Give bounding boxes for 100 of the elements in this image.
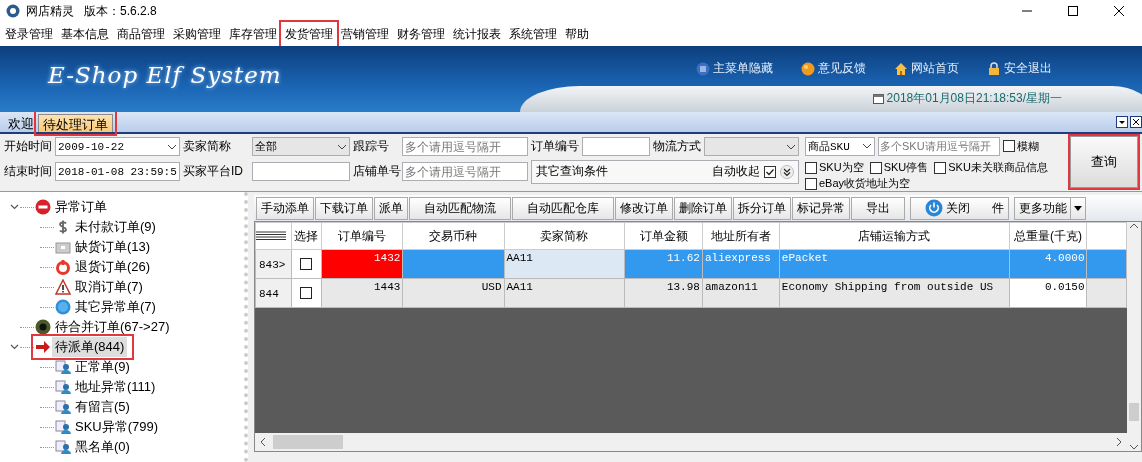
checkbox[interactable] (300, 286, 313, 299)
user-icon (55, 419, 71, 435)
chevron-down-icon[interactable] (786, 143, 796, 150)
scroll-right-icon[interactable] (1115, 437, 1123, 447)
dropdown[interactable]: 商品SKU (805, 136, 875, 156)
input-field[interactable]: 多个请用逗号隔开 (402, 162, 528, 181)
menu-item[interactable]: 帮助 (562, 22, 592, 46)
close-icon[interactable] (1112, 5, 1126, 17)
header-link[interactable]: 网站首页 (911, 60, 959, 77)
field-label: 店铺单号 (353, 163, 399, 180)
field-label: 跟踪号 (353, 138, 390, 155)
field-label: 结束时间 (4, 163, 52, 180)
input-field[interactable]: 多个请用逗号隔开 (402, 137, 528, 156)
menu-item[interactable]: 基本信息 (58, 22, 112, 46)
toolbar-button[interactable]: 拆分订单 (733, 196, 791, 220)
tree-item[interactable]: 退货订单(26) (72, 257, 154, 277)
toolbar-button[interactable]: 删除订单 (674, 196, 732, 220)
checkbox[interactable] (934, 161, 947, 174)
date-time: 2018年01月08日21:18:53/星期一 (886, 90, 1062, 107)
checkbox[interactable] (1003, 140, 1015, 152)
tree-item[interactable]: 待合并订单(67->27) (52, 317, 173, 337)
chevron-down-icon[interactable] (167, 143, 177, 150)
chevron-down-icon[interactable] (337, 143, 347, 150)
checkbox[interactable] (805, 177, 817, 190)
menu-item[interactable]: 系统管理 (506, 22, 560, 46)
chevron-down-icon[interactable] (862, 143, 872, 149)
column-header[interactable]: 店铺运输方式 (779, 222, 1010, 250)
toolbar-button[interactable]: 标记异常 (792, 196, 850, 220)
toolbar-button[interactable]: 件 (991, 196, 1009, 220)
dropdown-icon[interactable] (1116, 116, 1128, 128)
toolbar-button[interactable]: 派单 (374, 196, 408, 220)
tree-item[interactable]: 正常单(9) (72, 357, 133, 377)
input-field[interactable]: 多个SKU请用逗号隔开 (878, 136, 1000, 156)
tab[interactable]: 欢迎 (4, 114, 38, 132)
toolbar-button[interactable]: 更多功能 (1014, 196, 1086, 220)
tree-item[interactable]: 有留言(5) (72, 397, 133, 417)
field-label: 物流方式 (653, 138, 701, 155)
tree-item[interactable]: 其它异常单(7) (72, 297, 159, 317)
maximize-icon[interactable] (1066, 5, 1080, 17)
checkbox[interactable] (300, 257, 313, 270)
tree-item[interactable]: 取消订单(7) (72, 277, 146, 297)
toolbar-button[interactable]: 关闭 (910, 196, 993, 220)
header-link[interactable]: 安全退出 (1004, 60, 1052, 77)
toolbar-button[interactable]: 自动匹配仓库 (512, 196, 614, 220)
query-button[interactable]: 查询 (1070, 136, 1138, 188)
collapse-icon[interactable] (780, 164, 794, 179)
menu-item[interactable]: 商品管理 (114, 22, 168, 46)
user-icon (55, 379, 71, 395)
input-field[interactable] (252, 162, 350, 181)
tree-item[interactable]: 未付款订单(9) (72, 217, 159, 237)
scrollbar-thumb[interactable] (1129, 403, 1139, 421)
chevron-down-icon[interactable] (9, 344, 19, 350)
menu-item[interactable]: 登录管理 (2, 22, 56, 46)
toolbar-button[interactable]: 自动匹配物流 (409, 196, 511, 220)
checkbox[interactable] (805, 161, 817, 174)
menu-item[interactable]: 发货管理 (282, 22, 336, 46)
menu-item[interactable]: 财务管理 (394, 22, 448, 46)
app-logo-text: E-Shop Elf System (48, 62, 282, 88)
header-link[interactable]: 意见反馈 (818, 60, 866, 77)
menu-item[interactable]: 采购管理 (170, 22, 224, 46)
checkbox-label: SKU未关联商品信息 (948, 160, 1048, 175)
grid-menu-icon[interactable] (256, 231, 286, 241)
tree-item[interactable]: 异常订单 (52, 197, 110, 217)
tree-item[interactable]: 黑名单(0) (72, 437, 133, 457)
checkbox-label: SKU为空 (819, 160, 864, 175)
toolbar-button[interactable]: 下载订单 (315, 196, 373, 220)
version-label: 版本：5.6.2.8 (84, 2, 157, 20)
scroll-up-icon[interactable] (1129, 222, 1139, 230)
tree-item[interactable]: 地址异常(111) (72, 377, 159, 397)
menu-item[interactable]: 库存管理 (226, 22, 280, 46)
column-header[interactable]: 订单金额 (624, 222, 703, 250)
menu-item[interactable]: 统计报表 (450, 22, 504, 46)
scroll-left-icon[interactable] (259, 437, 267, 447)
date-picker[interactable]: 2009-10-22 (55, 137, 180, 156)
toolbar-button[interactable]: 导出 (851, 196, 905, 220)
column-header[interactable]: 选择 (291, 222, 322, 250)
toolbar-button[interactable]: 修改订单 (615, 196, 673, 220)
close-icon[interactable] (1130, 116, 1142, 128)
date-picker[interactable]: 2018-01-08 23:59:5 (55, 162, 180, 181)
column-header[interactable]: 总重量(千克) (1009, 222, 1087, 250)
scrollbar-thumb[interactable] (273, 435, 343, 449)
column-header[interactable]: 卖家简称 (504, 222, 625, 250)
dropdown[interactable]: 全部 (252, 137, 350, 156)
tree-item[interactable]: 缺货订单(13) (72, 237, 154, 257)
tree-item[interactable]: 待派单(844) (52, 337, 128, 357)
scroll-down-icon[interactable] (1129, 443, 1139, 451)
input-field[interactable] (582, 137, 650, 156)
column-header[interactable]: 地址所有者 (702, 222, 780, 250)
checkbox[interactable] (869, 161, 882, 174)
checkbox[interactable] (764, 165, 776, 178)
header-link[interactable]: 主菜单隐藏 (713, 60, 773, 77)
arrow-icon (35, 339, 51, 355)
menu-item[interactable]: 营销管理 (338, 22, 392, 46)
table-cell: aliexpress (702, 249, 780, 279)
chevron-down-icon[interactable] (9, 204, 19, 210)
column-header[interactable]: 交易币种 (402, 222, 504, 250)
column-header[interactable]: 订单编号 (321, 222, 403, 250)
calendar-icon (872, 93, 884, 104)
toolbar-button[interactable]: 手动添单 (256, 196, 314, 220)
tree-item[interactable]: SKU异常(799) (72, 417, 162, 437)
